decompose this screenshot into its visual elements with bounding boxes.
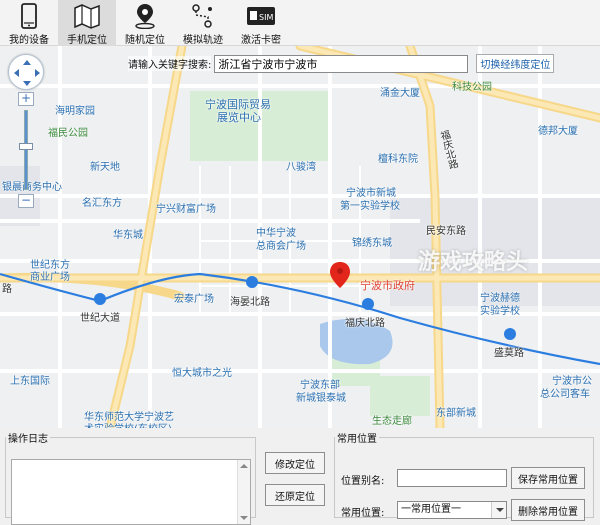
map-label: 新城银泰城 bbox=[296, 393, 346, 404]
map-label: 新天地 bbox=[90, 162, 120, 173]
sim-card-icon: SIM bbox=[246, 2, 276, 30]
zoom-control: + − bbox=[18, 92, 34, 212]
map-label: 宁波市政府 bbox=[360, 279, 415, 292]
map-label: 总商会广场 bbox=[256, 241, 306, 252]
road-label: 福庆北路 bbox=[345, 318, 385, 329]
random-pin-icon bbox=[130, 2, 160, 30]
map-label: 科技公园 bbox=[452, 82, 492, 93]
route-icon bbox=[188, 2, 218, 30]
map-label: 宁兴财富广场 bbox=[156, 204, 216, 215]
map-label: 宏泰广场 bbox=[174, 294, 214, 305]
watermark: 游戏攻略头 bbox=[418, 250, 529, 275]
search-label: 请输入关键字搜索: bbox=[128, 56, 212, 71]
zoom-slider[interactable] bbox=[19, 110, 33, 190]
favorites-group: 常用位置 位置别名: 保存常用位置 常用位置: 一常用位置一 删除常用位置 bbox=[334, 430, 594, 521]
road-label: 世纪大道 bbox=[80, 313, 120, 324]
chevron-down-icon[interactable] bbox=[491, 502, 506, 518]
restore-location-button[interactable]: 还原定位 bbox=[265, 484, 325, 506]
map-label: 第一实验学校 bbox=[340, 201, 400, 212]
favorite-select-label: 常用位置: bbox=[341, 508, 385, 519]
tool-label: 激活卡密 bbox=[241, 35, 281, 46]
tool-simulate-track[interactable]: 模拟轨迹 bbox=[174, 0, 232, 46]
map-label: 福民公园 bbox=[48, 128, 88, 139]
map-view[interactable]: 涌金大厦 科技公园 海明家园 宁波国际贸易 展览中心 福民公园 德邦大厦 福庆北… bbox=[0, 46, 600, 428]
map-label: 名汇东方 bbox=[82, 198, 122, 209]
log-scrollbar[interactable] bbox=[237, 460, 250, 524]
scroll-down-icon[interactable] bbox=[240, 516, 248, 520]
tool-label: 手机定位 bbox=[67, 35, 107, 46]
operation-log-textarea[interactable] bbox=[11, 459, 251, 525]
road-label: 盛莫路 bbox=[494, 348, 524, 359]
bottom-panel: 操作日志 修改定位 还原定位 常用位置 位置别名: 保存常用位置 常用位置: 一… bbox=[0, 428, 600, 525]
tool-activate-card[interactable]: SIM 激活卡密 bbox=[232, 0, 290, 46]
search-bar: 请输入关键字搜索: 切换经纬度定位 bbox=[128, 54, 555, 73]
alias-label: 位置别名: bbox=[341, 476, 385, 487]
delete-favorite-button[interactable]: 删除常用位置 bbox=[511, 499, 585, 521]
map-icon bbox=[72, 2, 102, 30]
toolbar: 我的设备 手机定位 随机定位 模拟轨迹 SIM 激活卡密 bbox=[0, 0, 600, 46]
favorite-select[interactable]: 一常用位置一 bbox=[397, 501, 507, 519]
save-favorite-button[interactable]: 保存常用位置 bbox=[511, 467, 585, 489]
map-label: 总公司客车 bbox=[540, 389, 590, 400]
favorites-legend: 常用位置 bbox=[337, 434, 377, 445]
map-label: 商业广场 bbox=[30, 272, 70, 283]
map-label: 檀科东院 bbox=[378, 154, 418, 165]
operation-log-legend: 操作日志 bbox=[8, 434, 48, 445]
zoom-out-button[interactable]: − bbox=[18, 194, 34, 208]
tool-label: 随机定位 bbox=[125, 35, 165, 46]
alias-input[interactable] bbox=[397, 469, 507, 487]
map-label: 八骏湾 bbox=[286, 162, 316, 173]
search-input[interactable] bbox=[214, 54, 469, 73]
pan-arrows-icon bbox=[14, 60, 40, 86]
map-label: 华东城 bbox=[113, 230, 143, 241]
tool-random-locate[interactable]: 随机定位 bbox=[116, 0, 174, 46]
scroll-up-icon[interactable] bbox=[240, 464, 248, 468]
zoom-in-button[interactable]: + bbox=[18, 92, 34, 106]
map-label: 展览中心 bbox=[217, 111, 261, 124]
pan-control[interactable] bbox=[8, 54, 44, 90]
road-label: 路 bbox=[2, 284, 12, 295]
svg-text:SIM: SIM bbox=[259, 13, 273, 22]
tool-my-device[interactable]: 我的设备 bbox=[0, 0, 58, 46]
modify-location-button[interactable]: 修改定位 bbox=[265, 452, 325, 474]
map-label: 锦绣东城 bbox=[352, 238, 392, 249]
operation-log-group: 操作日志 bbox=[5, 430, 256, 525]
phone-icon bbox=[14, 2, 44, 30]
tool-label: 模拟轨迹 bbox=[183, 35, 223, 46]
map-label: 术实验学校(东校区) bbox=[84, 420, 172, 428]
map-label: 德邦大厦 bbox=[538, 126, 578, 137]
map-label: 实验学校 bbox=[480, 306, 520, 317]
road-label: 海晏北路 bbox=[230, 297, 270, 308]
switch-coordinate-link[interactable]: 切换经纬度定位 bbox=[476, 54, 555, 73]
zoom-slider-handle[interactable] bbox=[19, 143, 33, 150]
map-label: 上东国际 bbox=[10, 376, 50, 387]
favorite-select-value: 一常用位置一 bbox=[401, 504, 461, 515]
tool-label: 我的设备 bbox=[9, 35, 49, 46]
map-label: 东部新城 bbox=[436, 408, 476, 419]
map-label: 恒大城市之光 bbox=[172, 368, 232, 379]
road-label: 民安东路 bbox=[426, 226, 466, 237]
map-label: 涌金大厦 bbox=[380, 88, 420, 99]
tool-phone-locate[interactable]: 手机定位 bbox=[58, 0, 116, 46]
map-label: 生态走廊 bbox=[372, 416, 412, 427]
map-label: 海明家园 bbox=[55, 106, 95, 117]
